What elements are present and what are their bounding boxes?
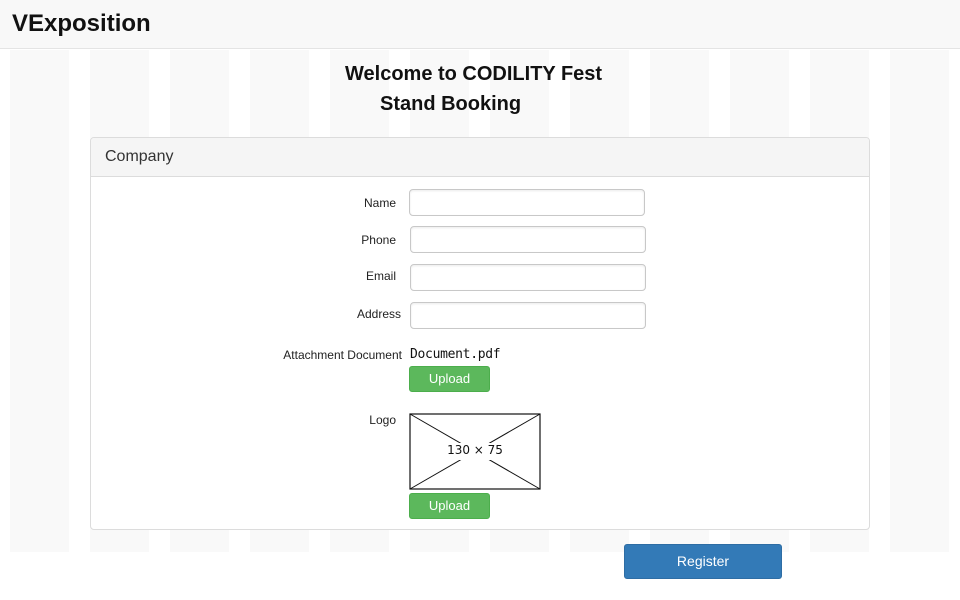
email-input[interactable] <box>410 264 646 291</box>
page-title: Welcome to CODILITY Fest <box>345 63 603 85</box>
logo-placeholder-text: 130 × 75 <box>447 443 503 457</box>
phone-input[interactable] <box>410 226 646 253</box>
grid-column <box>890 50 949 552</box>
attachment-filename: Document.pdf <box>410 347 501 362</box>
top-navbar: VExposition <box>0 0 960 49</box>
panel-header: Company <box>91 138 869 177</box>
name-label: Name <box>363 196 396 210</box>
address-input[interactable] <box>410 302 646 329</box>
register-button[interactable]: Register <box>624 544 782 579</box>
logo-upload-button[interactable]: Upload <box>409 493 490 519</box>
phone-label: Phone <box>361 233 396 247</box>
grid-column <box>10 50 69 552</box>
logo-label: Logo <box>369 413 396 427</box>
brand-logo[interactable]: VExposition <box>12 10 151 38</box>
panel-title: Company <box>105 148 174 165</box>
address-label: Address <box>356 307 401 321</box>
name-input[interactable] <box>409 189 645 216</box>
attachment-upload-button[interactable]: Upload <box>409 366 490 392</box>
attachment-label: Attachment Document <box>283 348 402 362</box>
page-subtitle: Stand Booking <box>380 93 522 115</box>
logo-image-placeholder: 130 × 75 <box>409 413 541 490</box>
email-label: Email <box>365 269 396 283</box>
